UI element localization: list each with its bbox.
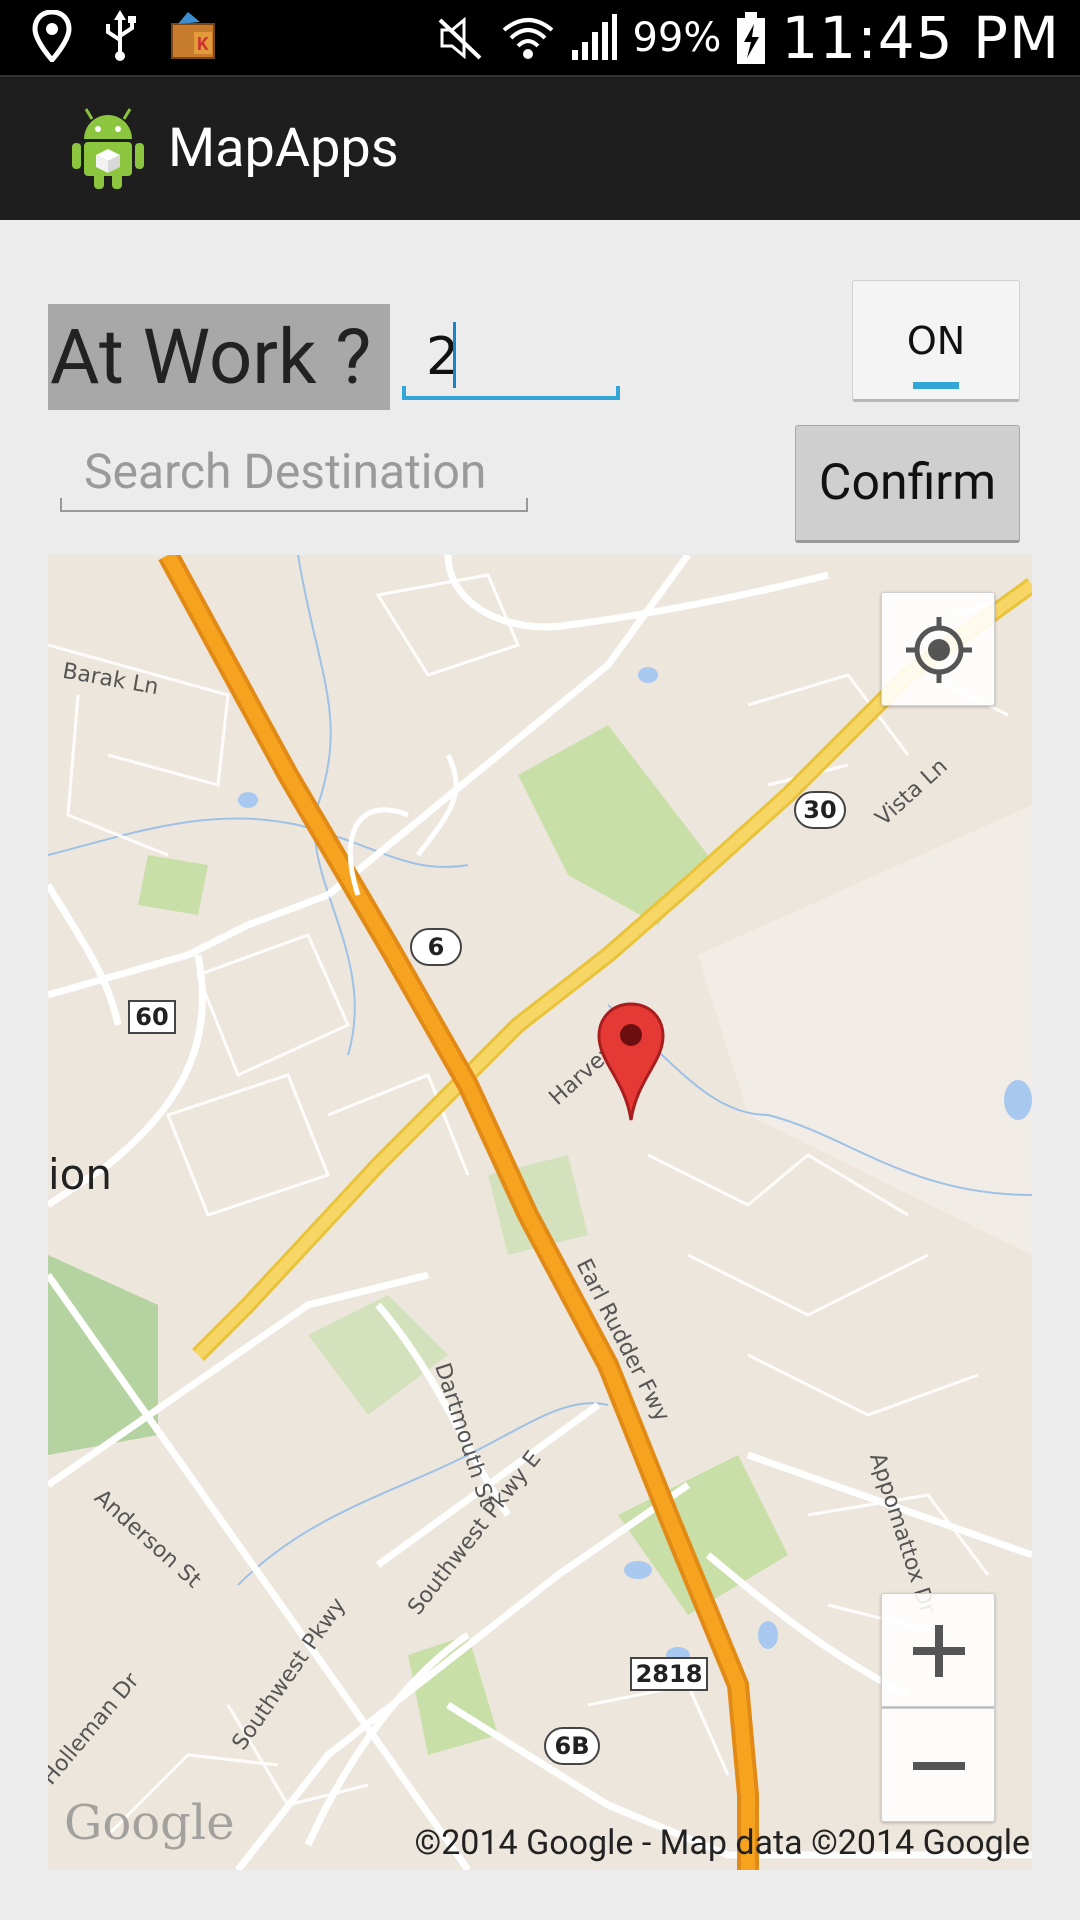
route-shield: 6: [410, 928, 462, 966]
signal-icon: [572, 13, 618, 60]
map-marker-pin[interactable]: [595, 1000, 667, 1122]
svg-text:K: K: [197, 34, 209, 55]
app-title: MapApps: [168, 117, 399, 180]
at-work-label: At Work ?: [48, 304, 390, 410]
route-shield: 2818: [630, 1657, 708, 1691]
route-shield: 6B: [544, 1727, 600, 1765]
status-bar: K 99% 11:45 PM: [0, 0, 1080, 75]
kik-app-icon: K: [171, 12, 215, 59]
toggle-indicator: [913, 382, 959, 389]
mute-icon: [439, 16, 482, 59]
minus-icon: [913, 1762, 965, 1770]
zoom-out-button[interactable]: [881, 1708, 995, 1822]
location-icon: [32, 10, 72, 62]
map-attribution[interactable]: ©2014 Google - Map data ©2014 Google: [414, 1823, 1030, 1863]
count-input-edge: [402, 386, 406, 400]
on-off-toggle[interactable]: ON: [852, 280, 1020, 402]
route-shield: 60: [128, 1000, 176, 1034]
map-place-label: ion: [48, 1150, 112, 1199]
plus-icon: [913, 1625, 965, 1677]
search-destination-input[interactable]: [60, 432, 528, 512]
search-input-edge: [526, 498, 528, 512]
wifi-icon: [503, 17, 554, 59]
text-caret: [453, 322, 456, 388]
toggle-label: ON: [906, 319, 966, 363]
zoom-in-button[interactable]: [881, 1593, 995, 1707]
route-shield: 30: [794, 791, 846, 829]
usb-icon: [106, 10, 136, 61]
my-location-button[interactable]: [881, 592, 995, 706]
search-input-edge: [60, 498, 62, 512]
count-input-edge: [616, 386, 620, 400]
battery-charging-icon: [737, 11, 766, 64]
battery-percent: 99%: [632, 14, 722, 61]
status-time: 11:45 PM: [781, 3, 1060, 72]
google-logo: Google: [64, 1795, 235, 1851]
my-location-icon: [906, 617, 972, 683]
map-view[interactable]: Barak Ln Vista Ln Harvey R Earl Rudder F…: [48, 555, 1032, 1870]
action-bar: MapApps: [0, 75, 1080, 220]
android-app-icon: [72, 108, 144, 189]
count-input[interactable]: [402, 318, 620, 400]
confirm-button[interactable]: Confirm: [795, 425, 1020, 543]
